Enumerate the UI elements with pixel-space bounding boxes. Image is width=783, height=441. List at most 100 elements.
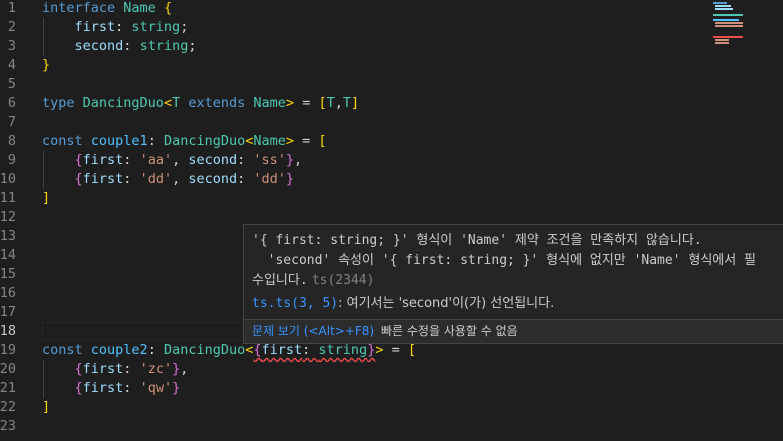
line-number: 19 xyxy=(0,342,16,358)
code-token: first xyxy=(82,361,124,377)
code-token: > xyxy=(285,95,295,111)
code-token: { xyxy=(163,0,173,16)
code-token: } xyxy=(172,380,181,396)
code-token: [ xyxy=(318,133,327,149)
indent-guide xyxy=(43,360,44,398)
code-token: = xyxy=(383,342,408,358)
code-token: DancingDuo xyxy=(82,95,164,111)
code-token: DancingDuo xyxy=(163,133,246,149)
code-line[interactable]: {first: 'qw'} xyxy=(42,379,181,398)
error-token: { xyxy=(253,342,262,358)
code-token: ; xyxy=(180,19,189,35)
code-token: second xyxy=(188,171,238,187)
code-token: first xyxy=(82,171,124,187)
code-token: , xyxy=(294,152,303,168)
line-number: 22 xyxy=(0,399,16,415)
code-token: = xyxy=(294,133,319,149)
code-token: string xyxy=(131,19,181,35)
error-message: '{ first: string; }' 형식이 'Name' 제약 조건을 만… xyxy=(252,231,756,291)
code-token: , xyxy=(172,152,189,168)
minimap-line xyxy=(715,25,743,27)
minimap-line xyxy=(715,5,731,7)
code-token: DancingDuo xyxy=(163,342,246,358)
code-token: : xyxy=(123,38,140,54)
code-line[interactable]: interface Name { xyxy=(42,0,172,18)
code-line[interactable]: ] xyxy=(42,398,50,417)
code-token: , xyxy=(334,95,343,111)
code-token: : xyxy=(147,133,164,149)
code-token: : xyxy=(237,171,254,187)
code-token: > xyxy=(285,133,295,149)
code-token: } xyxy=(285,171,295,187)
code-token: [ xyxy=(407,342,417,358)
minimap-line xyxy=(715,8,733,10)
no-quick-fix-label: 빠른 수정을 사용할 수 없음 xyxy=(381,324,518,338)
code-token: 'aa' xyxy=(139,152,173,168)
line-number: 3 xyxy=(7,38,16,54)
code-token: 'ss' xyxy=(253,152,286,168)
code-line[interactable]: first: string; xyxy=(42,18,189,37)
code-token: first xyxy=(74,19,116,35)
code-line[interactable]: ] xyxy=(42,189,50,208)
error-hover-widget: '{ first: string; }' 형식이 'Name' 제약 조건을 만… xyxy=(243,224,783,344)
code-token: 'dd' xyxy=(253,171,286,187)
error-token: first xyxy=(261,342,303,358)
code-line[interactable]: {first: 'aa', second: 'ss'}, xyxy=(42,151,303,170)
minimap-line xyxy=(715,22,743,24)
code-token: couple1 xyxy=(90,133,148,149)
line-number: 6 xyxy=(7,95,16,111)
minimap[interactable] xyxy=(711,0,783,60)
code-token: { xyxy=(74,152,83,168)
hover-status-bar: 문제 보기 (<Alt>+F8) 빠른 수정을 사용할 수 없음 xyxy=(244,319,783,343)
related-location-link[interactable]: ts.ts(3, 5) xyxy=(252,296,338,311)
minimap-line xyxy=(713,14,743,16)
code-token: } xyxy=(285,152,295,168)
code-token: } xyxy=(42,57,51,73)
line-number: 2 xyxy=(7,19,16,35)
code-line[interactable]: const couple1: DancingDuo<Name> = [ xyxy=(42,132,327,151)
minimap-line xyxy=(715,42,729,44)
code-line[interactable]: second: string; xyxy=(42,37,197,56)
line-number: 10 xyxy=(0,171,16,187)
code-token: : xyxy=(123,380,140,396)
error-token: string xyxy=(318,342,368,358)
line-number: 7 xyxy=(7,114,16,130)
code-token: ] xyxy=(351,95,360,111)
code-line[interactable]: } xyxy=(42,56,50,75)
code-token: , xyxy=(180,361,189,377)
code-line[interactable]: {first: 'zc'}, xyxy=(42,360,189,379)
code-token: second xyxy=(74,38,124,54)
code-token: 'zc' xyxy=(139,361,173,377)
code-token: : xyxy=(123,152,140,168)
error-token: : xyxy=(302,342,319,358)
code-token: type xyxy=(42,95,75,111)
code-line[interactable]: {first: 'dd', second: 'dd'} xyxy=(42,170,295,189)
code-token: T xyxy=(326,95,335,111)
code-token: : xyxy=(115,19,132,35)
code-token: Name xyxy=(253,95,286,111)
indent-guide xyxy=(43,18,44,56)
line-number: 13 xyxy=(0,228,16,244)
code-token: 'qw' xyxy=(139,380,173,396)
view-problem-link[interactable]: 문제 보기 (<Alt>+F8) xyxy=(252,320,374,342)
code-token: string xyxy=(139,38,189,54)
error-message-line: 수입니다. xyxy=(252,273,308,288)
line-number: 15 xyxy=(0,266,16,282)
error-code: ts(2344) xyxy=(311,273,375,288)
code-token: : xyxy=(123,361,140,377)
code-token: { xyxy=(74,361,83,377)
line-number: 16 xyxy=(0,285,16,301)
code-line[interactable]: type DancingDuo<T extends Name> = [T,T] xyxy=(42,94,359,113)
line-number: 20 xyxy=(0,361,16,377)
code-token: } xyxy=(172,361,181,377)
code-token: : xyxy=(123,171,140,187)
line-number: 23 xyxy=(0,418,16,434)
line-number: 17 xyxy=(0,304,16,320)
